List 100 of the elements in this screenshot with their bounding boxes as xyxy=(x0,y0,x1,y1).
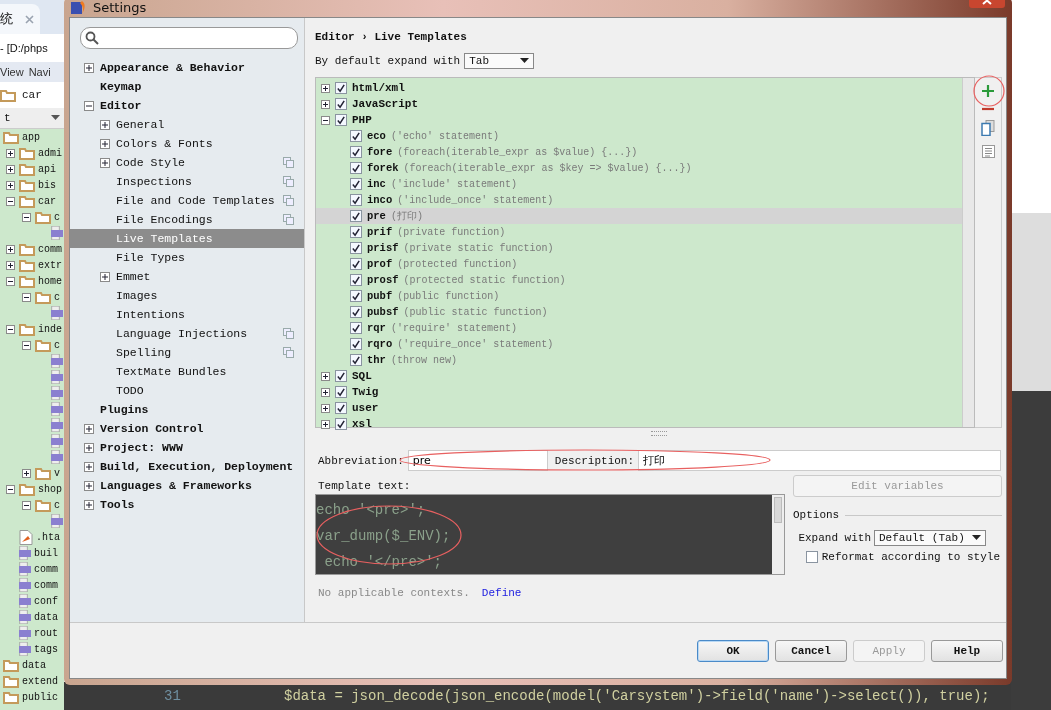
tree-item[interactable]: extend xyxy=(22,675,58,687)
template-group[interactable]: Twig xyxy=(352,386,379,398)
template-group[interactable]: html/xml xyxy=(352,82,405,94)
expander-icon[interactable] xyxy=(6,148,15,158)
checkbox[interactable] xyxy=(350,322,362,334)
expander-icon[interactable] xyxy=(6,180,15,190)
sidebar-item[interactable]: TODO xyxy=(70,381,304,400)
expander-icon[interactable] xyxy=(100,271,110,282)
sidebar-item[interactable]: Inspections xyxy=(70,172,304,191)
tree-item[interactable]: app xyxy=(22,131,40,143)
scrollbar[interactable] xyxy=(772,495,784,574)
tree-item[interactable]: shop xyxy=(38,483,62,495)
expander-icon[interactable] xyxy=(6,324,15,334)
expander-icon[interactable] xyxy=(321,403,330,413)
sidebar-item[interactable]: File Types xyxy=(70,248,304,267)
expander-icon[interactable] xyxy=(100,138,110,149)
expander-icon[interactable] xyxy=(321,371,330,381)
menu-item[interactable]: Navi xyxy=(28,66,51,78)
checkbox[interactable] xyxy=(350,130,362,142)
checkbox[interactable] xyxy=(350,210,362,222)
sidebar-item[interactable]: General xyxy=(70,115,304,134)
sidebar-item[interactable]: File and Code Templates xyxy=(70,191,304,210)
description-field[interactable]: 打印 xyxy=(638,450,1001,471)
template-abbreviation[interactable]: prosf xyxy=(367,274,399,286)
breadcrumb-item[interactable]: car xyxy=(22,89,42,101)
expander-icon[interactable] xyxy=(321,419,330,429)
tree-item[interactable]: c xyxy=(54,211,60,223)
expander-icon[interactable] xyxy=(6,164,15,174)
sidebar-item[interactable]: Images xyxy=(70,286,304,305)
checkbox[interactable] xyxy=(335,418,347,430)
checkbox[interactable] xyxy=(350,178,362,190)
sidebar-item[interactable]: Keymap xyxy=(70,77,304,96)
dialog-button[interactable]: OK xyxy=(697,639,769,662)
expander-icon[interactable] xyxy=(6,260,15,270)
expander-icon[interactable] xyxy=(84,423,94,434)
menu-item[interactable]: View xyxy=(0,66,24,78)
sidebar-item[interactable]: Project: WWW xyxy=(70,438,304,457)
tree-item[interactable]: c xyxy=(54,291,60,303)
tree-item[interactable]: data xyxy=(22,659,46,671)
checkbox[interactable] xyxy=(335,402,347,414)
expander-icon[interactable] xyxy=(22,468,31,478)
scrollbar[interactable] xyxy=(962,78,974,427)
sidebar-item[interactable]: Languages & Frameworks xyxy=(70,476,304,495)
splitter-handle[interactable] xyxy=(650,431,667,436)
checkbox[interactable] xyxy=(350,162,362,174)
sidebar-item[interactable]: Editor xyxy=(70,96,304,115)
expander-icon[interactable] xyxy=(100,157,110,168)
list-icon[interactable] xyxy=(981,145,995,158)
tree-item[interactable]: c xyxy=(54,499,60,511)
expander-icon[interactable] xyxy=(84,461,94,472)
checkbox[interactable] xyxy=(335,98,347,110)
expander-icon[interactable] xyxy=(321,99,330,109)
template-abbreviation[interactable]: rqr xyxy=(367,322,386,334)
define-link[interactable]: Define xyxy=(481,587,522,599)
template-group[interactable]: PHP xyxy=(352,114,372,126)
expander-icon[interactable] xyxy=(321,115,330,125)
template-abbreviation[interactable]: thr xyxy=(367,354,386,366)
template-abbreviation[interactable]: pubf xyxy=(367,290,393,302)
sidebar-item[interactable]: Build, Execution, Deployment xyxy=(70,457,304,476)
expander-icon[interactable] xyxy=(22,340,31,350)
view-select[interactable]: t xyxy=(0,108,64,129)
checkbox[interactable] xyxy=(335,386,347,398)
sidebar-item[interactable]: File Encodings xyxy=(70,210,304,229)
expander-icon[interactable] xyxy=(22,500,31,510)
tree-item[interactable]: c xyxy=(54,339,60,351)
search-field[interactable] xyxy=(80,27,298,49)
expander-icon[interactable] xyxy=(6,484,15,494)
template-group[interactable]: user xyxy=(352,402,379,414)
editor-tab[interactable]: 统 xyxy=(0,4,40,34)
checkbox[interactable] xyxy=(350,338,362,350)
checkbox[interactable] xyxy=(335,82,347,94)
dialog-button[interactable]: Help xyxy=(931,639,1003,662)
expander-icon[interactable] xyxy=(22,292,31,302)
tree-item[interactable]: data xyxy=(34,611,58,623)
template-abbreviation[interactable]: pre xyxy=(367,210,386,222)
template-group[interactable]: SQL xyxy=(352,370,372,382)
dialog-button[interactable]: Cancel xyxy=(775,639,847,662)
expander-icon[interactable] xyxy=(321,83,330,93)
tree-item[interactable]: home xyxy=(38,275,62,287)
checkbox[interactable] xyxy=(335,370,347,382)
expander-icon[interactable] xyxy=(6,196,15,206)
sidebar-item[interactable]: Spelling xyxy=(70,343,304,362)
expand-dropdown[interactable]: Tab xyxy=(464,53,535,69)
template-abbreviation[interactable]: prisf xyxy=(367,242,399,254)
tree-item[interactable]: comm xyxy=(38,243,62,255)
expander-icon[interactable] xyxy=(84,480,94,491)
checkbox[interactable] xyxy=(350,194,362,206)
checkbox[interactable] xyxy=(350,354,362,366)
sidebar-item[interactable]: Language Injections xyxy=(70,324,304,343)
template-abbreviation[interactable]: forek xyxy=(367,162,399,174)
template-group[interactable]: xsl xyxy=(352,418,372,430)
expander-icon[interactable] xyxy=(22,212,31,222)
tree-item[interactable]: public xyxy=(22,691,58,703)
add-icon[interactable] xyxy=(981,84,995,98)
expander-icon[interactable] xyxy=(84,442,94,453)
checkbox[interactable] xyxy=(805,551,818,563)
tree-item[interactable]: tags xyxy=(34,643,58,655)
tree-item[interactable]: comm xyxy=(34,563,58,575)
checkbox[interactable] xyxy=(350,274,362,286)
remove-icon[interactable] xyxy=(981,107,995,111)
